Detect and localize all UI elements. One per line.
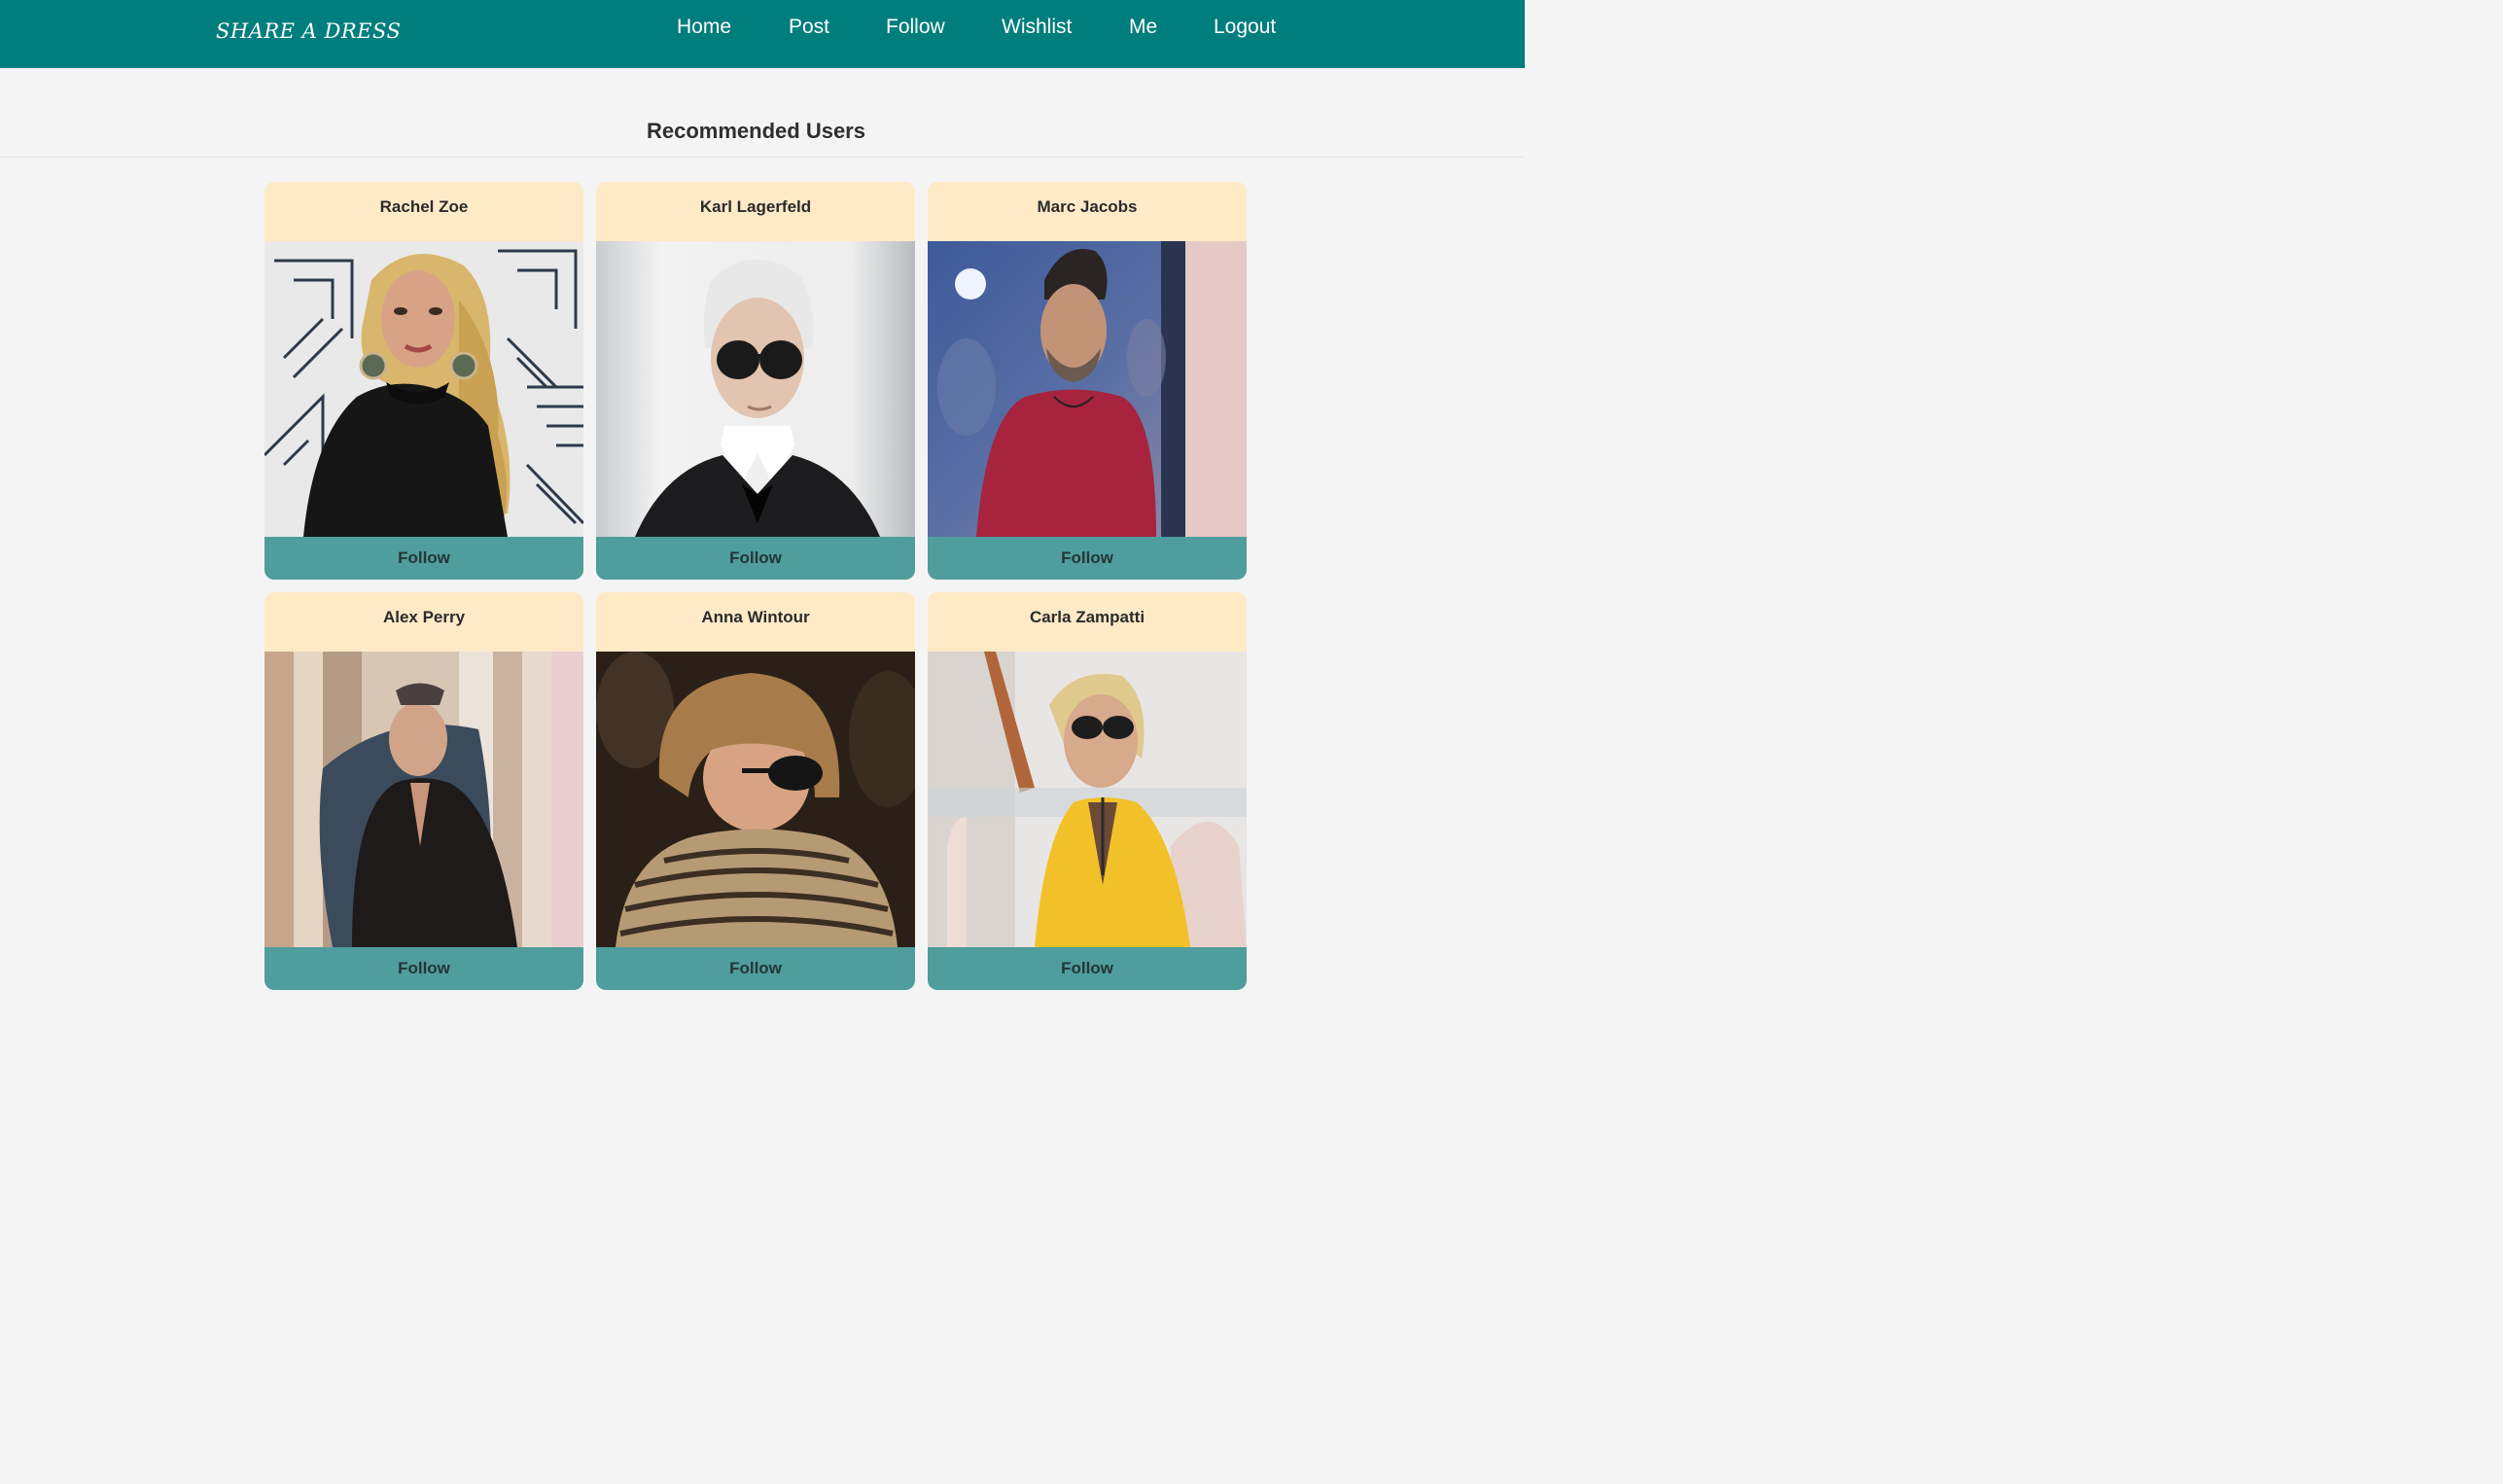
follow-button[interactable]: Follow [596, 537, 915, 580]
user-card: Rachel Zoe Follow [264, 182, 583, 580]
user-name[interactable]: Anna Wintour [596, 608, 915, 627]
user-card: Karl Lagerfeld Follow [596, 182, 915, 580]
user-name[interactable]: Carla Zampatti [928, 608, 1247, 627]
nav-wishlist-link[interactable]: Wishlist [1002, 16, 1072, 39]
page-title: Recommended Users [647, 119, 865, 143]
recommended-users-header: Recommended Users [0, 68, 1525, 158]
nav-home-link[interactable]: Home [677, 16, 731, 39]
user-card: Alex Perry Follow [264, 592, 583, 990]
user-name[interactable]: Rachel Zoe [264, 197, 583, 217]
user-avatar[interactable] [928, 241, 1247, 537]
user-card-header: Anna Wintour [596, 592, 915, 652]
top-navbar: SHARE A DRESS Home Post Follow Wishlist … [0, 0, 1525, 68]
user-avatar[interactable] [928, 652, 1247, 947]
user-card-header: Karl Lagerfeld [596, 182, 915, 241]
follow-button[interactable]: Follow [264, 947, 583, 990]
nav-logout-link[interactable]: Logout [1214, 16, 1276, 39]
user-avatar[interactable] [264, 652, 583, 947]
nav-post-link[interactable]: Post [789, 16, 829, 39]
follow-button[interactable]: Follow [596, 947, 915, 990]
nav-menu: Home Post Follow Wishlist Me Logout [0, 0, 1525, 68]
user-avatar[interactable] [596, 652, 915, 947]
user-card: Anna Wintour Follow [596, 592, 915, 990]
user-card-header: Carla Zampatti [928, 592, 1247, 652]
user-name[interactable]: Karl Lagerfeld [596, 197, 915, 217]
follow-button[interactable]: Follow [928, 947, 1247, 990]
user-avatar[interactable] [264, 241, 583, 537]
user-card: Carla Zampatti Follow [928, 592, 1247, 990]
user-name[interactable]: Marc Jacobs [928, 197, 1247, 217]
user-card-header: Rachel Zoe [264, 182, 583, 241]
nav-me-link[interactable]: Me [1129, 16, 1157, 39]
user-card-header: Alex Perry [264, 592, 583, 652]
user-name[interactable]: Alex Perry [264, 608, 583, 627]
follow-button[interactable]: Follow [928, 537, 1247, 580]
user-avatar[interactable] [596, 241, 915, 537]
user-card: Marc Jacobs Follow [928, 182, 1247, 580]
follow-button[interactable]: Follow [264, 537, 583, 580]
user-card-header: Marc Jacobs [928, 182, 1247, 241]
nav-follow-link[interactable]: Follow [886, 16, 945, 39]
